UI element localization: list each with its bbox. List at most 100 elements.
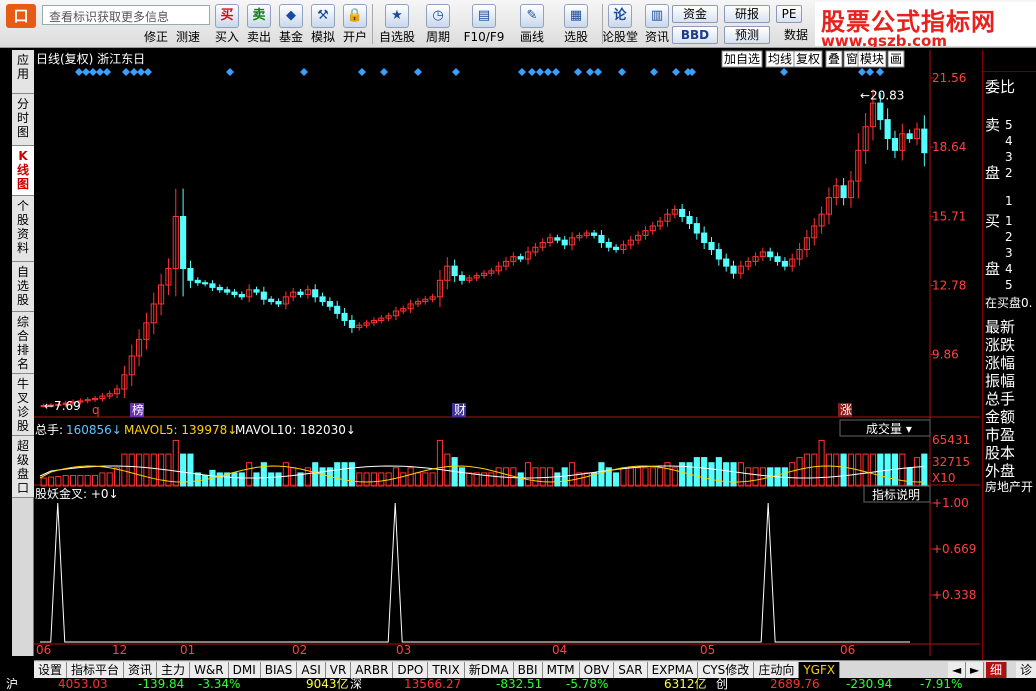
- volume-bar: [458, 467, 466, 487]
- volume-bar: [84, 474, 91, 487]
- signal-diamond-icon: [226, 68, 234, 76]
- volume-bar: [635, 467, 642, 487]
- indicator-tab-14[interactable]: MTM: [542, 662, 580, 678]
- chart-button-5[interactable]: 模块: [857, 50, 887, 68]
- toolbar-button-2[interactable]: 买买入: [212, 2, 242, 46]
- index-quote: -3.34%: [198, 678, 241, 691]
- indicator-tab-2[interactable]: 资讯: [124, 662, 158, 678]
- volume-bar: [921, 453, 928, 487]
- research-report-button[interactable]: 研报: [724, 5, 770, 23]
- toolbar-button-1[interactable]: 测速: [172, 2, 204, 46]
- indicator-tab-0[interactable]: 设置: [34, 662, 68, 678]
- candle: [334, 300, 341, 319]
- order-book-label: 盘: [985, 164, 1001, 182]
- toolbar-button-6[interactable]: 🔒 开户: [340, 2, 370, 46]
- indicator-tab-15[interactable]: OBV: [579, 662, 615, 678]
- indicator-tab-5[interactable]: DMI: [228, 662, 261, 678]
- candle: [319, 292, 326, 306]
- toolbar-button-12[interactable]: 论论股堂: [600, 2, 640, 46]
- chart-button-3[interactable]: 叠: [825, 50, 843, 68]
- candle: [260, 286, 267, 305]
- toolbar-button-9[interactable]: ▤ F10/F9: [462, 2, 506, 46]
- event-marker-1[interactable]: 榜: [130, 402, 144, 417]
- indicator-tab-20[interactable]: YGFX: [799, 662, 841, 678]
- bottom-nav-0[interactable]: ◄: [948, 662, 967, 678]
- candle: [304, 285, 311, 299]
- forecast-button[interactable]: 预测: [724, 26, 770, 44]
- left-tab-5[interactable]: 综 合 排 名: [12, 312, 34, 374]
- chart-button-1[interactable]: 均线: [765, 50, 795, 68]
- volume-bar: [400, 472, 407, 487]
- indicator-tab-1[interactable]: 指标平台: [67, 662, 125, 678]
- candle: [591, 229, 598, 239]
- candle: [730, 260, 737, 279]
- indicator-tab-4[interactable]: W&R: [190, 662, 229, 678]
- volume-bar: [77, 474, 84, 487]
- indicator-tab-12[interactable]: 新DMA: [464, 662, 514, 678]
- indicator-tab-19[interactable]: 庄动向: [754, 662, 800, 678]
- indicator-tab-3[interactable]: 主力: [157, 662, 191, 678]
- indicator-tab-16[interactable]: SAR: [614, 662, 648, 678]
- toolbar-button-4[interactable]: ◆ 基金: [276, 2, 306, 46]
- data-button[interactable]: 数据: [776, 26, 816, 47]
- volume-bar: [598, 462, 605, 487]
- toolbar-button-10[interactable]: ✎ 画线: [510, 2, 554, 46]
- kline-chart-svg[interactable]: 日线(复权) 浙江东日 加自选 均线 复权叠窗模块 画 21.56 18.64 15.71 12…: [34, 50, 980, 657]
- candle: [752, 252, 759, 266]
- pe-button[interactable]: PE: [776, 5, 802, 23]
- volume-bar: [246, 462, 253, 487]
- toolbar-button-13[interactable]: ▥ 资讯: [640, 2, 674, 46]
- volume-bar: [319, 467, 326, 487]
- indicator-tab-18[interactable]: CYS修改: [698, 662, 755, 678]
- app-logo-icon[interactable]: 口: [6, 4, 36, 28]
- candle: [913, 122, 921, 146]
- svg-text:窗: 窗: [846, 52, 858, 66]
- chart-area[interactable]: 日线(复权) 浙江东日 加自选 均线 复权叠窗模块画 21.56 18.64 15.71 12…: [34, 50, 980, 657]
- event-marker-0[interactable]: q: [92, 403, 100, 417]
- order-book-label: 盘: [985, 260, 1001, 278]
- left-tab-1[interactable]: 分 时 图: [12, 94, 34, 146]
- chart-button-0[interactable]: 加自选: [721, 50, 763, 68]
- indicator-tab-9[interactable]: ARBR: [351, 662, 394, 678]
- bottom-nav-2[interactable]: 细: [986, 662, 1008, 678]
- candle: [422, 296, 429, 305]
- volume-type-select[interactable]: 成交量 ▾: [839, 419, 931, 437]
- chart-button-6[interactable]: 画: [887, 50, 905, 68]
- x-axis-label: 06: [840, 643, 855, 656]
- candle: [436, 270, 444, 308]
- indicator-tab-17[interactable]: EXPMA: [647, 662, 699, 678]
- left-tab-4[interactable]: 自 选 股: [12, 262, 34, 312]
- indicator-tab-11[interactable]: TRIX: [428, 662, 465, 678]
- bbd-button[interactable]: BBD: [672, 26, 718, 44]
- bottom-nav-1[interactable]: ►: [966, 662, 985, 678]
- toolbar-button-11[interactable]: ▦ 选股: [556, 2, 596, 46]
- left-tab-0[interactable]: 应 用: [12, 50, 34, 94]
- indicator-tab-6[interactable]: BIAS: [260, 662, 298, 678]
- chart-button-2[interactable]: 复权: [793, 50, 823, 68]
- fund-flow-button[interactable]: 资金: [672, 5, 718, 23]
- indicator-help-button[interactable]: 指标说明: [863, 485, 931, 503]
- toolbar-button-0[interactable]: 修正: [140, 2, 172, 46]
- volume-bar: [627, 467, 634, 487]
- toolbar-button-7[interactable]: ★ 自选股: [376, 2, 418, 46]
- left-tab-6[interactable]: 牛 叉 诊 股: [12, 374, 34, 436]
- event-marker-2[interactable]: 财: [452, 403, 466, 417]
- svg-text:财: 财: [454, 403, 466, 417]
- toolbar-button-5[interactable]: ⚒ 模拟: [308, 2, 338, 46]
- indicator-tab-13[interactable]: BBI: [513, 662, 543, 678]
- toolbar-button-label: 选股: [563, 30, 588, 44]
- toolbar-button-8[interactable]: ◷ 周期: [418, 2, 458, 46]
- signal-diamond-icon: [586, 68, 594, 76]
- toolbar-button-3[interactable]: 卖卖出: [244, 2, 274, 46]
- event-marker-3[interactable]: 涨: [838, 402, 852, 417]
- candle: [202, 280, 209, 287]
- left-tab-2[interactable]: K 线 图: [12, 146, 34, 196]
- left-tab-3[interactable]: 个 股 资 料: [12, 196, 34, 262]
- candle: [855, 133, 862, 199]
- svg-text:MAVOL5: 139978↓: MAVOL5: 139978↓: [124, 423, 237, 437]
- left-tab-7[interactable]: 超 级 盘 口: [12, 436, 34, 498]
- bottom-nav-3[interactable]: 诊: [1016, 662, 1036, 678]
- indicator-tab-7[interactable]: ASI: [297, 662, 326, 678]
- indicator-tab-10[interactable]: DPO: [393, 662, 429, 678]
- indicator-tab-8[interactable]: VR: [325, 662, 352, 678]
